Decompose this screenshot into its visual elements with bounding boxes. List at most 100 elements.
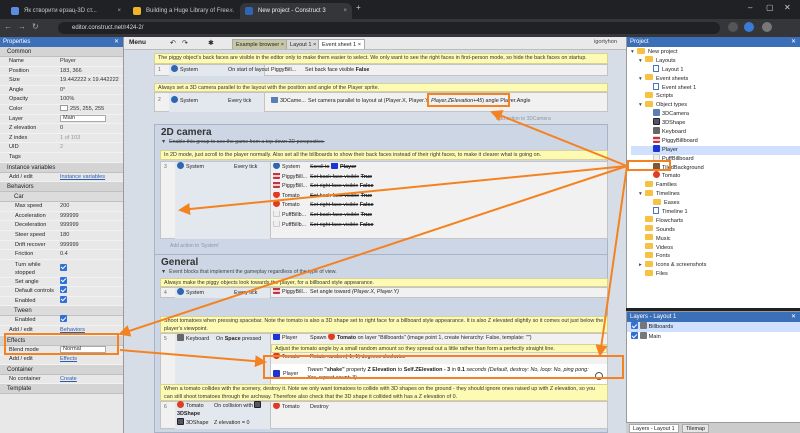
prop-size[interactable]: Size 19.442222 x 19.442222	[0, 76, 123, 86]
tree-music[interactable]: Music	[631, 234, 800, 244]
menu-button[interactable]: Menu	[129, 39, 146, 46]
layer-select[interactable]: Main	[60, 114, 106, 122]
effects-link[interactable]: Effects	[60, 355, 77, 365]
event-action[interactable]: PiggyBill... Set back face visible False	[269, 66, 369, 76]
close-icon[interactable]: ×	[229, 3, 233, 19]
layer-visible-checkbox[interactable]	[631, 332, 638, 340]
layer-billboards[interactable]: Billboards	[627, 322, 800, 332]
comment[interactable]: When a tomato collides with the scenery,…	[160, 384, 608, 401]
tree-scripts[interactable]: Scripts	[631, 91, 800, 101]
redo-icon[interactable]: ↷	[182, 39, 188, 47]
forward-icon[interactable]: →	[18, 22, 26, 31]
section-behaviors[interactable]: Behaviors	[0, 182, 123, 193]
tree-families[interactable]: Families	[631, 180, 800, 190]
browser-tab-1[interactable]: Як створити ерзац-3D ст... ×	[6, 3, 126, 19]
comment[interactable]: Shoot tomatoes when pressing spacebar. N…	[160, 316, 608, 333]
close-icon[interactable]: ×	[313, 42, 316, 48]
prop-position[interactable]: Position 183, 366	[0, 67, 123, 77]
event-row[interactable]: 4 System Every tick PiggyBill... Set angle…	[160, 287, 608, 298]
tree-fonts[interactable]: Fonts	[631, 252, 800, 261]
event-condition[interactable]: System Every tick	[175, 288, 271, 298]
event-action[interactable]: Player Spawn Tomato on layer "Billboards"…	[271, 334, 607, 344]
tree-files[interactable]: Files	[631, 269, 800, 279]
minimize-icon[interactable]: –	[748, 3, 752, 12]
event-action[interactable]: PiggyBill... Set back face visible True	[271, 172, 607, 183]
extension-icon[interactable]	[728, 22, 738, 32]
event-action[interactable]: Tomato Destroy	[271, 403, 329, 413]
prop-opacity[interactable]: Opacity 100%	[0, 95, 123, 105]
tab-example-browser[interactable]: Example browser ×	[232, 39, 289, 49]
prop-angle[interactable]: Angle 0°	[0, 86, 123, 96]
close-icon[interactable]: ×	[343, 3, 347, 19]
user-name[interactable]: igortyhon	[594, 39, 617, 45]
collapse-icon[interactable]: ▼	[161, 269, 166, 275]
set-angle-checkbox[interactable]	[60, 276, 67, 284]
car-enabled-checkbox[interactable]	[60, 295, 67, 303]
event-action[interactable]: System Scroll to Player	[271, 163, 607, 173]
create-container-link[interactable]: Create	[60, 375, 77, 385]
event-row[interactable]: 1 System On start of layout PiggyBill... S…	[154, 64, 608, 76]
tab-event-sheet-1[interactable]: Event sheet 1 ×	[318, 39, 366, 49]
tree-flowcharts[interactable]: Flowcharts	[631, 216, 800, 226]
event-sheet[interactable]: The piggy object's back faces are visibl…	[124, 50, 626, 433]
prop-tags[interactable]: Tags	[0, 153, 123, 163]
comment[interactable]: In 2D mode, just scroll to the player no…	[160, 150, 608, 160]
undo-icon[interactable]: ↶	[170, 39, 176, 47]
section-instance-variables[interactable]: Instance variables	[0, 162, 123, 173]
section-container[interactable]: Container	[0, 364, 123, 375]
prop-color[interactable]: Color 255, 255, 255	[0, 105, 123, 115]
browser-tab-2[interactable]: Building a Huge Library of Free... ×	[128, 3, 238, 19]
event-row[interactable]: 5 Keyboard On Space pressed Player Spawn T…	[160, 333, 608, 390]
event-condition[interactable]: Keyboard On Space pressed	[175, 334, 271, 390]
tree-timeline-1[interactable]: Timeline 1	[631, 207, 800, 217]
lock-icon[interactable]	[639, 322, 647, 330]
layer-main[interactable]: Main	[627, 332, 800, 342]
tree-new-project[interactable]: ▾ New project	[631, 47, 800, 57]
event-condition[interactable]: Tomato On collision with 3DShape 3DShape Z…	[175, 401, 271, 429]
prop-acceleration[interactable]: Acceleration 999999	[0, 212, 123, 222]
prop-blend-mode[interactable]: Blend mode Normal	[0, 345, 123, 356]
comment[interactable]: Always set a 3D camera parallel to the l…	[154, 83, 608, 92]
close-icon[interactable]: ✕	[791, 37, 796, 47]
event-row[interactable]: 6 Tomato On collision with 3DShape 3DShap…	[160, 401, 608, 429]
event-action[interactable]: Tomato Set right face visible False	[271, 201, 607, 211]
lock-icon[interactable]	[639, 332, 647, 340]
default-controls-checkbox[interactable]	[60, 286, 67, 294]
menu-icon[interactable]	[762, 22, 772, 32]
prop-layer[interactable]: Layer Main	[0, 114, 123, 125]
event-action[interactable]: PiggyBill... Set angle toward (Player.X, …	[271, 288, 399, 298]
tree-icons-screenshots[interactable]: ▸ Icons & screenshots	[631, 260, 800, 270]
event-action[interactable]: Tomato Set back face visible True	[271, 191, 607, 202]
instance-variables-link[interactable]: Instance variables	[60, 173, 105, 183]
close-icon[interactable]: ×	[117, 3, 121, 19]
prop-z-elevation[interactable]: Z elevation 0	[0, 124, 123, 134]
event-condition[interactable]: System Every tick	[175, 162, 271, 239]
section-effects[interactable]: Effects	[0, 335, 123, 346]
maximize-icon[interactable]: ▢	[766, 3, 774, 12]
event-action[interactable]: Tomato Rotate random(-1, 1) degrees clock…	[271, 353, 607, 363]
event-condition[interactable]: System On start of layout	[169, 65, 269, 76]
reload-icon[interactable]: ↻	[32, 22, 39, 31]
profile-icon[interactable]	[744, 22, 754, 32]
tab-tilemap[interactable]: Tilemap	[682, 424, 709, 433]
comment[interactable]: The piggy object's back faces are visibl…	[154, 53, 608, 64]
tree-tomato[interactable]: Tomato	[631, 171, 800, 181]
tree-timelines[interactable]: ▾ Timelines	[631, 189, 800, 199]
section-common[interactable]: Common	[0, 47, 123, 57]
prop-enabled-car[interactable]: Enabled	[0, 295, 123, 307]
prop-deceleration[interactable]: Deceleration 999999	[0, 221, 123, 231]
browser-tab-3[interactable]: New project - Construct 3 ×	[240, 3, 352, 19]
section-car[interactable]: Car	[0, 192, 123, 203]
color-swatch[interactable]	[60, 105, 68, 112]
prop-enabled-tween[interactable]: Enabled	[0, 315, 123, 327]
preview-icon[interactable]: ✱	[208, 39, 214, 47]
url-input[interactable]: editor.construct.net/r424-2/	[58, 22, 720, 34]
section-template[interactable]: Template	[0, 384, 123, 395]
close-icon[interactable]: ✕	[791, 312, 796, 322]
event-row[interactable]: 3 System Every tick System Scroll to Playe…	[160, 161, 608, 239]
event-action-tween[interactable]: Player Tween "shake" property Z Elevatio…	[271, 364, 607, 384]
prop-max-speed[interactable]: Max speed 200	[0, 202, 123, 212]
prop-turn-stopped[interactable]: Turn while stopped	[0, 260, 123, 278]
close-icon[interactable]: ×	[281, 42, 284, 48]
blend-mode-select[interactable]: Normal	[60, 345, 106, 353]
